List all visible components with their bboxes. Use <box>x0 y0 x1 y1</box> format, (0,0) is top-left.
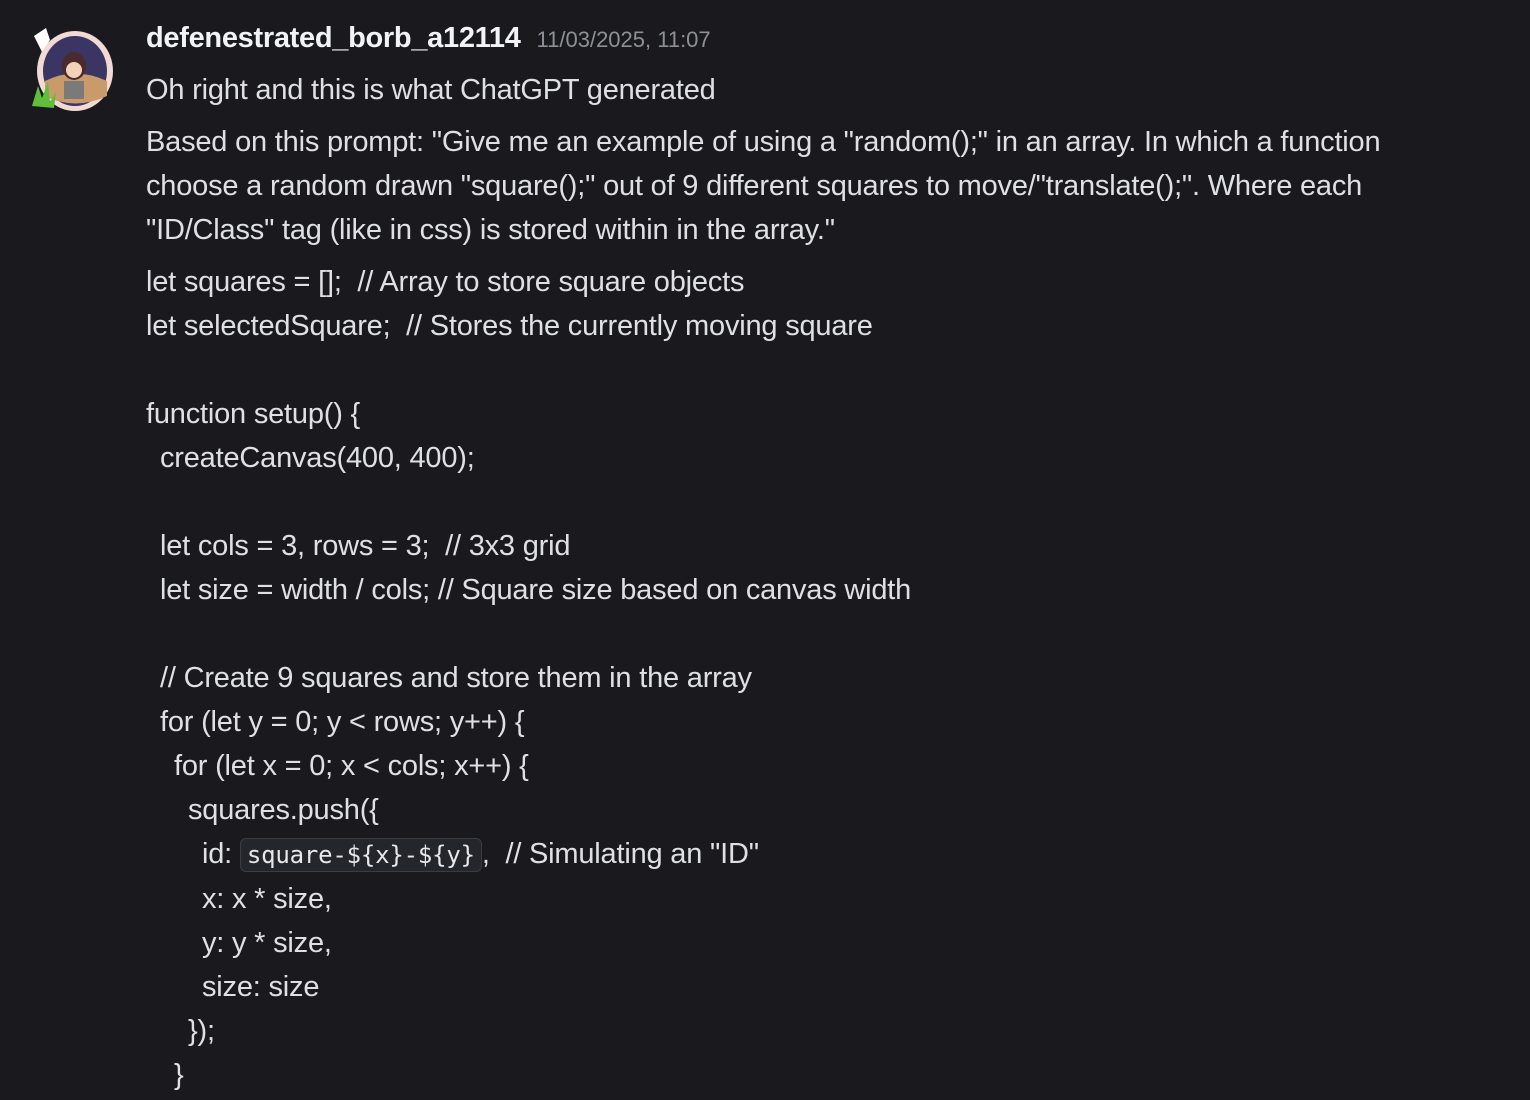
username[interactable]: defenestrated_borb_a12114 <box>146 22 521 55</box>
code-line-text: for (let x = 0; x < cols; x++) { <box>174 750 529 782</box>
code-line-text: let size = width / cols; // Square size … <box>160 574 912 606</box>
code-line: squares.push({ <box>146 788 1490 832</box>
code-line-text: } <box>174 1059 184 1091</box>
code-line-text: id: <box>202 838 240 870</box>
code-line: x: x * size, <box>146 877 1490 921</box>
code-line: let cols = 3, rows = 3; // 3x3 grid <box>146 524 1490 568</box>
code-line: let selectedSquare; // Stores the curren… <box>146 304 1490 348</box>
code-line: let squares = []; // Array to store squa… <box>146 260 1490 304</box>
code-line-text: squares.push({ <box>188 794 379 826</box>
code-line-text: let selectedSquare; // Stores the curren… <box>146 310 873 342</box>
code-line: createCanvas(400, 400); <box>146 436 1490 480</box>
code-line-text: size: size <box>202 971 320 1003</box>
code-line: y: y * size, <box>146 921 1490 965</box>
code-line-text: function setup() { <box>146 398 361 430</box>
code-line: for (let y = 0; y < rows; y++) { <box>146 700 1490 744</box>
code-line-text: for (let y = 0; y < rows; y++) { <box>160 706 525 738</box>
timestamp[interactable]: 11/03/2025, 11:07 <box>537 27 711 53</box>
message-text: Oh right and this is what ChatGPT genera… <box>146 74 716 106</box>
code-line-text: y: y * size, <box>202 927 332 959</box>
code-line: } <box>146 1053 1490 1097</box>
code-line: function setup() { <box>146 392 1490 436</box>
code-text: let squares = []; // Array to store squa… <box>146 260 1490 1097</box>
code-line: size: size <box>146 965 1490 1009</box>
message-paragraph: Based on this prompt: "Give me an exampl… <box>146 126 1381 246</box>
message: defenestrated_borb_a12114 11/03/2025, 11… <box>146 22 1490 1097</box>
code-line-text: }); <box>188 1015 215 1047</box>
message-header: defenestrated_borb_a12114 11/03/2025, 11… <box>146 22 1490 68</box>
code-comment: , // Simulating an "ID" <box>481 838 759 870</box>
code-line-text: let squares = []; // Array to store squa… <box>146 266 745 298</box>
code-line-text: x: x * size, <box>202 883 332 915</box>
code-line-text: // Create 9 squares and store them in th… <box>160 662 752 694</box>
inline-code: square-${x}-${y} <box>239 838 482 872</box>
code-line: let size = width / cols; // Square size … <box>146 568 1490 612</box>
code-line-text: let cols = 3, rows = 3; // 3x3 grid <box>160 530 571 562</box>
user-avatar[interactable] <box>30 26 116 112</box>
code-line-text: createCanvas(400, 400); <box>160 442 475 474</box>
code-line: id: square-${x}-${y}, // Simulating an "… <box>146 832 1490 877</box>
code-line: }); <box>146 1009 1490 1053</box>
code-line: for (let x = 0; x < cols; x++) { <box>146 744 1490 788</box>
code-line: // Create 9 squares and store them in th… <box>146 656 1490 700</box>
